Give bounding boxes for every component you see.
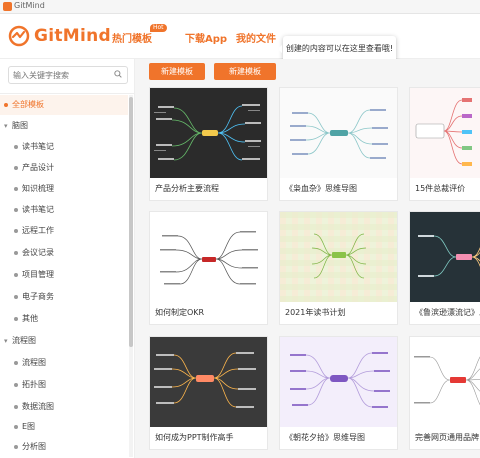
template-title: 如何成为PPT制作高手 bbox=[155, 433, 234, 442]
bullet-icon bbox=[14, 295, 18, 299]
category-sidebar: 全部模板 ▾ 脑图 读书笔记 产品设计 知识梳理 读书笔记 远程工作 会议记录 … bbox=[0, 59, 135, 458]
sidebar-group-flowchart[interactable]: ▾ 流程图 bbox=[0, 331, 128, 351]
template-card[interactable]: 产品分析主要流程 bbox=[149, 87, 268, 201]
template-title: 产品分析主要流程 bbox=[155, 184, 219, 193]
hot-badge: Hot bbox=[150, 24, 167, 32]
sidebar-item-e-diagram[interactable]: E图 bbox=[0, 417, 128, 437]
top-header: GitMind 热门模板 Hot 下载App 我的文件 创建的内容可以在这里查看… bbox=[0, 14, 480, 62]
sidebar-item-project-management[interactable]: 项目管理 bbox=[0, 265, 128, 285]
sidebar-item-ecommerce[interactable]: 电子商务 bbox=[0, 287, 128, 307]
template-title: 如何制定OKR bbox=[155, 308, 205, 317]
sidebar-item-all-templates[interactable]: 全部模板 bbox=[0, 95, 128, 115]
chevron-down-icon: ▾ bbox=[4, 122, 8, 130]
sidebar-item-remote-work[interactable]: 远程工作 bbox=[0, 221, 128, 241]
template-card[interactable]: 《鲁滨逊漂流记》思 bbox=[409, 211, 480, 325]
window-title: GitMind bbox=[14, 1, 45, 10]
bullet-icon bbox=[14, 361, 18, 365]
template-card[interactable]: 完善网页通用品牌 bbox=[409, 336, 480, 450]
template-thumbnail bbox=[410, 88, 480, 178]
sidebar-item-dataflow[interactable]: 数据流图 bbox=[0, 397, 128, 417]
search-box[interactable] bbox=[8, 66, 128, 84]
template-card[interactable]: 15件总裁评价 bbox=[409, 87, 480, 201]
template-title: 完善网页通用品牌 bbox=[415, 433, 479, 442]
sidebar-item-knowledge[interactable]: 知识梳理 bbox=[0, 179, 128, 199]
bullet-icon bbox=[14, 273, 18, 277]
bullet-icon bbox=[14, 405, 18, 409]
logo-text: GitMind bbox=[34, 26, 112, 46]
divider bbox=[0, 93, 134, 94]
template-thumbnail bbox=[280, 212, 397, 302]
bullet-icon bbox=[14, 166, 18, 170]
template-title: 2021年读书计划 bbox=[285, 308, 346, 317]
bullet-icon bbox=[14, 445, 18, 449]
chevron-down-icon: ▾ bbox=[4, 337, 8, 345]
template-card[interactable]: 《枭血杂》思维导图 bbox=[279, 87, 398, 201]
template-thumbnail bbox=[410, 337, 480, 427]
app-icon bbox=[3, 2, 12, 11]
template-title: 15件总裁评价 bbox=[415, 184, 466, 193]
template-thumbnail bbox=[280, 88, 397, 178]
search-input[interactable] bbox=[13, 68, 103, 82]
bullet-icon bbox=[14, 383, 18, 387]
sidebar-item-topology[interactable]: 拓扑图 bbox=[0, 375, 128, 395]
gitmind-logo[interactable]: GitMind bbox=[8, 22, 111, 50]
bullet-icon bbox=[14, 425, 18, 429]
template-card[interactable]: 《朝花夕拾》思维导图 bbox=[279, 336, 398, 450]
sidebar-item-meeting-notes[interactable]: 会议记录 bbox=[0, 243, 128, 263]
window-titlebar: GitMind bbox=[0, 0, 480, 14]
template-thumbnail bbox=[280, 337, 397, 427]
nav-download-app[interactable]: 下载App bbox=[185, 30, 227, 45]
sidebar-item-product-design[interactable]: 产品设计 bbox=[0, 158, 128, 178]
sidebar-item-flowchart[interactable]: 流程图 bbox=[0, 353, 128, 373]
bullet-icon bbox=[14, 187, 18, 191]
template-gallery: 新建模板 新建模板 产品分析主要流程 《枭血杂》思维导图 15件总裁评价 如何制… bbox=[135, 59, 480, 458]
template-thumbnail bbox=[150, 88, 267, 178]
gitmind-logo-icon bbox=[8, 25, 30, 47]
bullet-icon bbox=[4, 103, 8, 107]
template-card[interactable]: 2021年读书计划 bbox=[279, 211, 398, 325]
nav-hot-templates[interactable]: 热门模板 bbox=[112, 30, 152, 45]
template-thumbnail bbox=[150, 212, 267, 302]
sidebar-item-other[interactable]: 其他 bbox=[0, 309, 128, 329]
template-card[interactable]: 如何制定OKR bbox=[149, 211, 268, 325]
nav-my-files[interactable]: 我的文件 bbox=[236, 30, 276, 45]
sidebar-item-reading-notes-2[interactable]: 读书笔记 bbox=[0, 200, 128, 220]
template-card[interactable]: 如何成为PPT制作高手 bbox=[149, 336, 268, 450]
sidebar-scrollbar-thumb[interactable] bbox=[129, 97, 133, 347]
bullet-icon bbox=[14, 251, 18, 255]
new-button[interactable]: 新建模板 bbox=[149, 63, 205, 80]
template-title: 《枭血杂》思维导图 bbox=[285, 184, 357, 193]
bullet-icon bbox=[14, 229, 18, 233]
template-title: 《鲁滨逊漂流记》思 bbox=[415, 308, 480, 317]
bullet-icon bbox=[14, 317, 18, 321]
template-thumbnail bbox=[410, 212, 480, 302]
bullet-icon bbox=[14, 208, 18, 212]
bullet-icon bbox=[14, 145, 18, 149]
template-thumbnail bbox=[150, 337, 267, 427]
new-template-button[interactable]: 新建模板 bbox=[214, 63, 276, 80]
template-title: 《朝花夕拾》思维导图 bbox=[285, 433, 365, 442]
sidebar-item-reading-notes[interactable]: 读书笔记 bbox=[0, 137, 128, 157]
search-icon[interactable] bbox=[114, 70, 122, 78]
sidebar-item-analysis[interactable]: 分析图 bbox=[0, 437, 128, 457]
sidebar-group-mindmap[interactable]: ▾ 脑图 bbox=[0, 116, 128, 136]
